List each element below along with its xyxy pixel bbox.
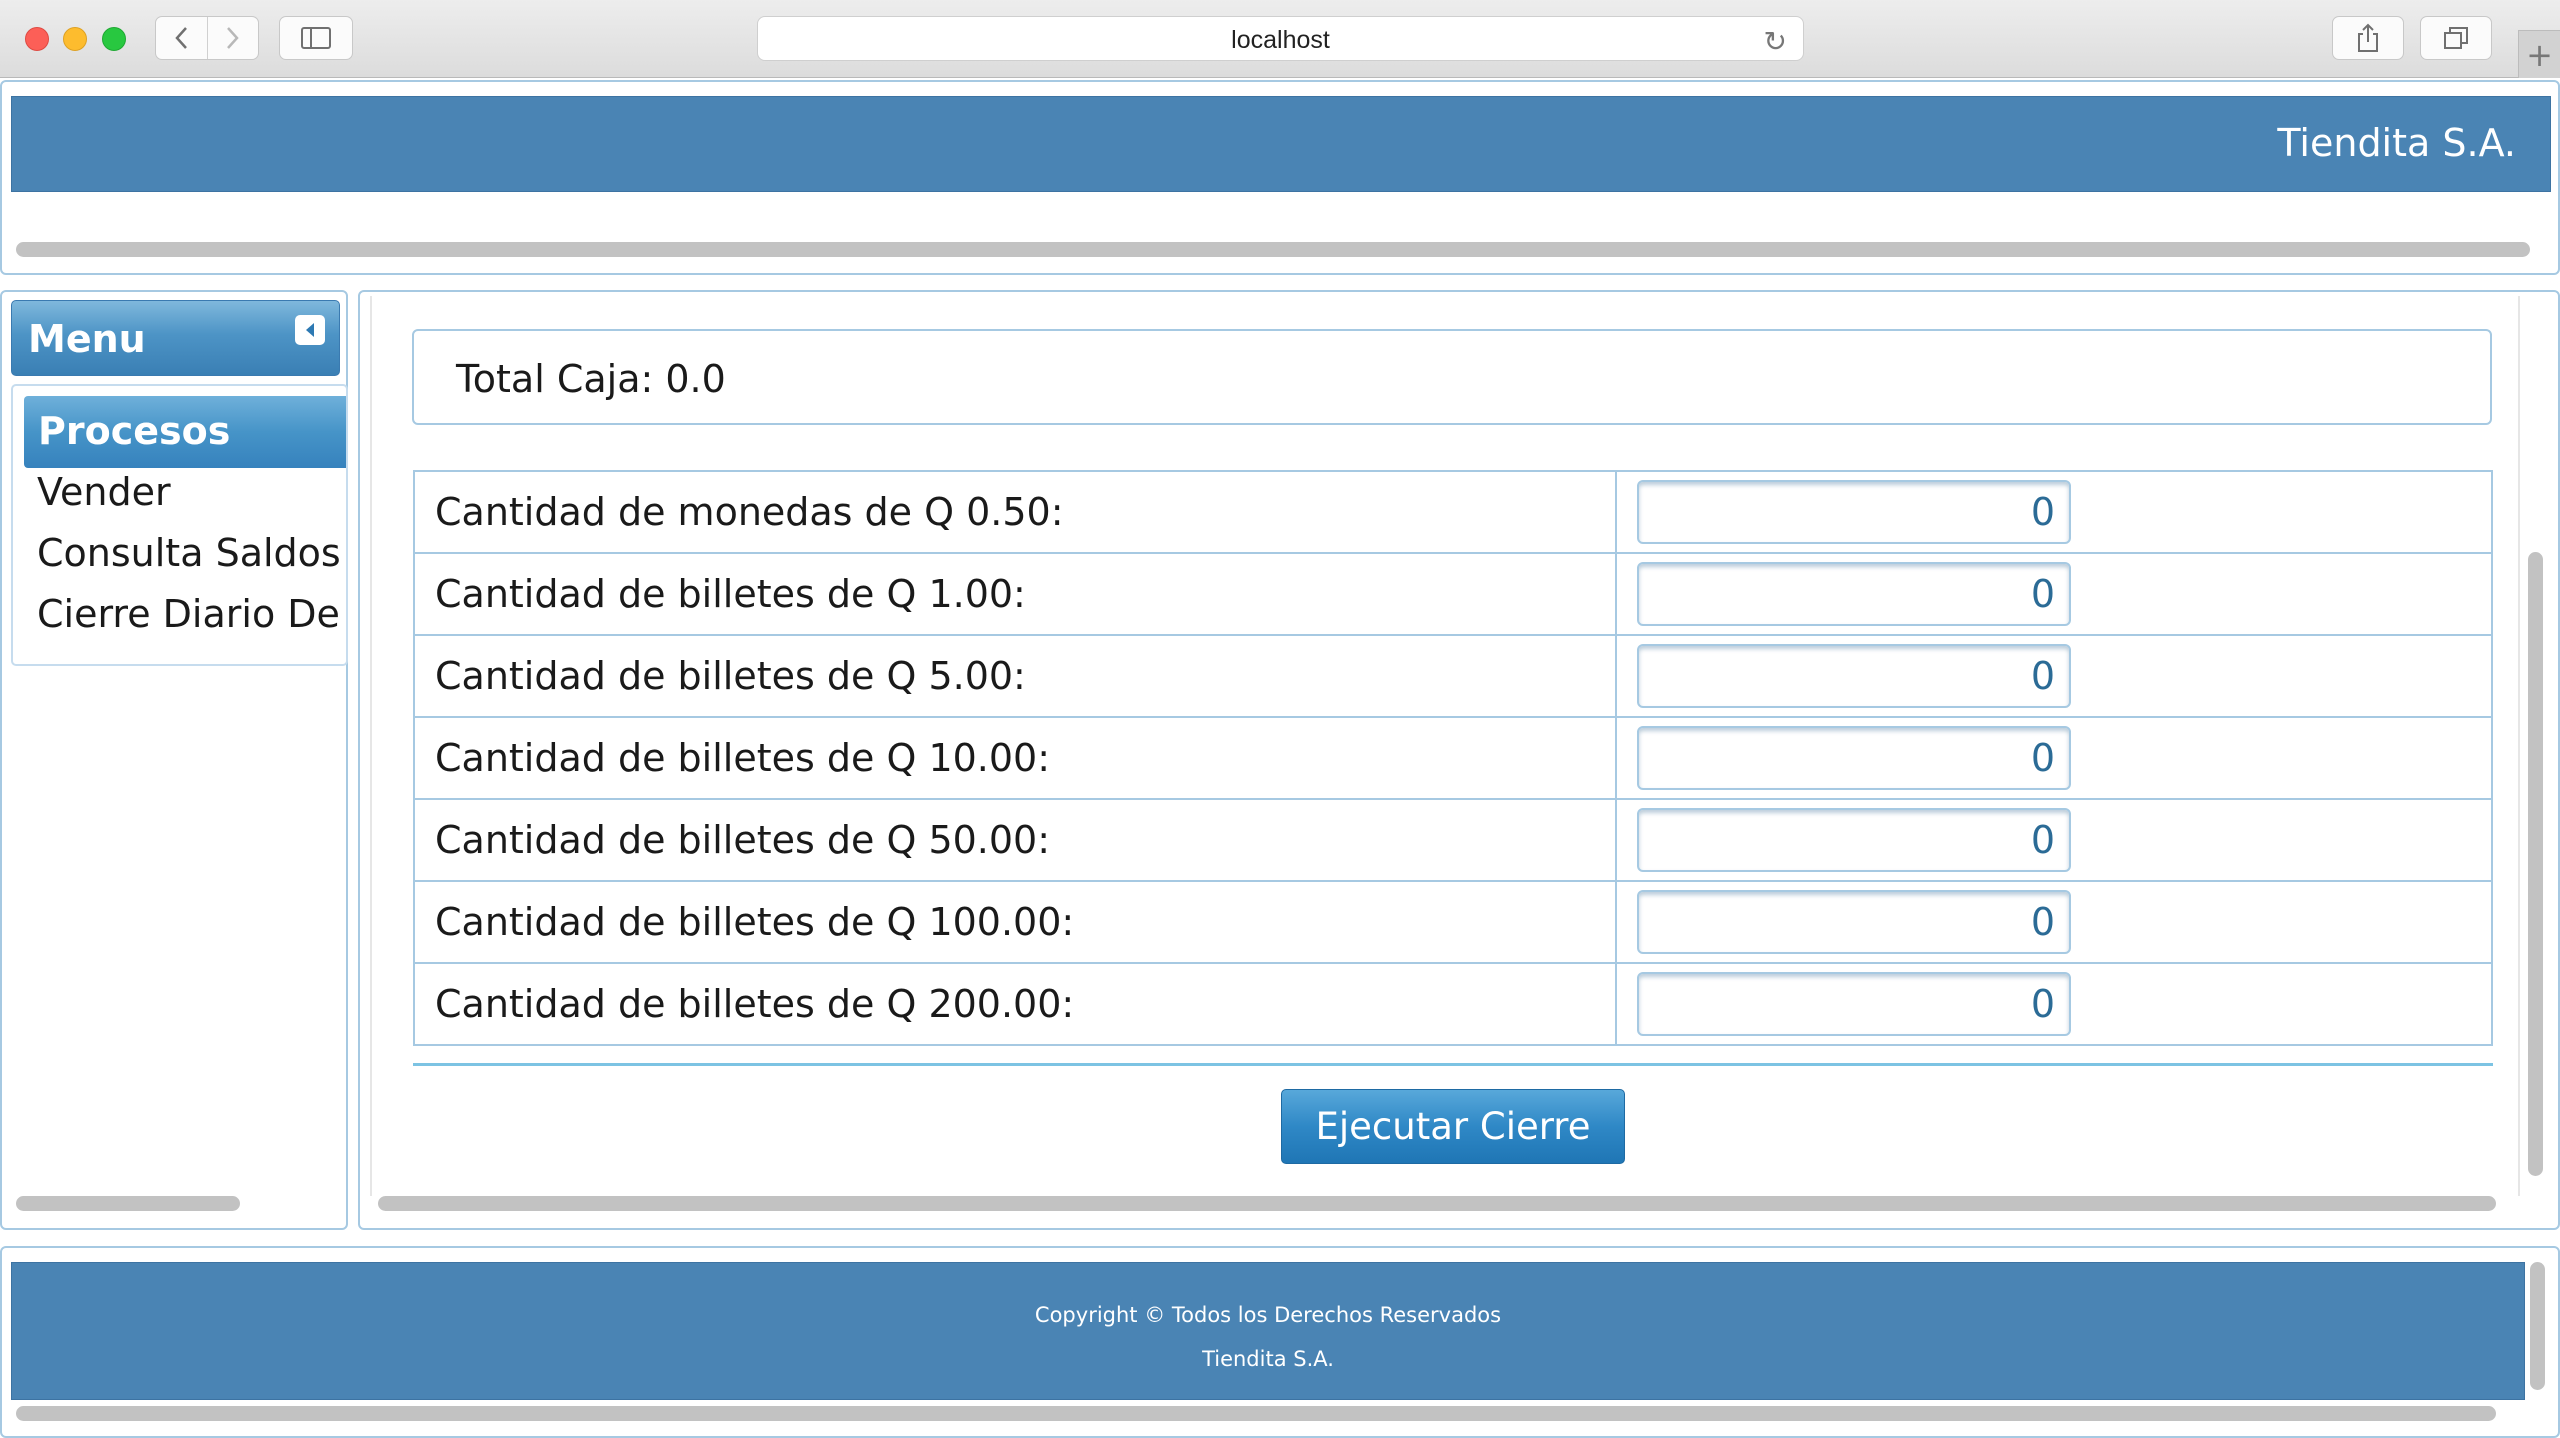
denomination-label: Cantidad de billetes de Q 5.00: <box>413 634 1617 718</box>
quantity-input-q5[interactable] <box>1637 644 2071 708</box>
collapse-menu-button[interactable] <box>295 315 325 345</box>
reload-icon[interactable]: ↻ <box>1764 25 1787 58</box>
menu-panel: Menu Procesos Vender Consulta Saldos Cie… <box>0 290 348 1230</box>
triangle-left-icon <box>306 323 314 337</box>
total-caja-label: Total Caja: 0.0 <box>456 357 726 401</box>
sidebar-icon <box>301 27 331 49</box>
url-text: localhost <box>1231 26 1330 54</box>
denomination-label: Cantidad de billetes de Q 1.00: <box>413 552 1617 636</box>
browser-toolbar: localhost ↻ + <box>0 0 2560 78</box>
minimize-window-button[interactable] <box>63 27 87 51</box>
quantity-input-q200[interactable] <box>1637 972 2071 1036</box>
cierre-form-table: Cantidad de monedas de Q 0.50: Cantidad … <box>413 470 2493 1046</box>
address-bar[interactable]: localhost ↻ <box>757 16 1804 61</box>
header-horizontal-scrollbar[interactable] <box>16 242 2530 257</box>
quantity-input-q1[interactable] <box>1637 562 2071 626</box>
header-panel: Tiendita S.A. <box>0 80 2560 275</box>
new-tab-button[interactable]: + <box>2518 30 2560 78</box>
menu-accordion: Procesos Vender Consulta Saldos Cierre D… <box>11 384 348 666</box>
ejecutar-cierre-button[interactable]: Ejecutar Cierre <box>1281 1089 1625 1164</box>
share-button[interactable] <box>2332 16 2404 60</box>
quantity-input-q50[interactable] <box>1637 808 2071 872</box>
plus-icon: + <box>2526 35 2553 74</box>
table-row: Cantidad de billetes de Q 5.00: <box>413 634 2493 718</box>
table-row: Cantidad de monedas de Q 0.50: <box>413 470 2493 554</box>
copyright-text: Copyright © Todos los Derechos Reservado… <box>1034 1303 1502 1327</box>
menu-item-vender[interactable]: Vender <box>37 470 171 514</box>
history-nav <box>155 16 259 60</box>
denomination-label: Cantidad de billetes de Q 200.00: <box>413 962 1617 1046</box>
footer-bar: Copyright © Todos los Derechos Reservado… <box>11 1262 2525 1400</box>
chevron-left-icon <box>175 27 188 49</box>
quantity-input-q10[interactable] <box>1637 726 2071 790</box>
sidebar-toggle-button[interactable] <box>279 16 353 60</box>
menu-header: Menu <box>11 300 340 376</box>
brand-title: Tiendita S.A. <box>2277 121 2516 165</box>
menu-group-title: Procesos <box>38 409 231 453</box>
table-row: Cantidad de billetes de Q 100.00: <box>413 880 2493 964</box>
denomination-label: Cantidad de billetes de Q 50.00: <box>413 798 1617 882</box>
menu-title: Menu <box>28 317 146 361</box>
menu-group-procesos[interactable]: Procesos <box>24 396 346 468</box>
main-vertical-scrollbar[interactable] <box>2528 552 2543 1176</box>
header-bar: Tiendita S.A. <box>11 96 2551 192</box>
table-row: Cantidad de billetes de Q 50.00: <box>413 798 2493 882</box>
denomination-label: Cantidad de billetes de Q 100.00: <box>413 880 1617 964</box>
denomination-label: Cantidad de monedas de Q 0.50: <box>413 470 1617 554</box>
table-row: Cantidad de billetes de Q 1.00: <box>413 552 2493 636</box>
quantity-input-q0-50[interactable] <box>1637 480 2071 544</box>
tabs-icon <box>2444 27 2468 49</box>
quantity-input-q100[interactable] <box>1637 890 2071 954</box>
form-divider <box>413 1063 2493 1066</box>
show-tabs-button[interactable] <box>2420 16 2492 60</box>
menu-item-cierre-diario[interactable]: Cierre Diario De Caja <box>37 592 346 636</box>
back-button[interactable] <box>156 17 207 59</box>
table-row: Cantidad de billetes de Q 10.00: <box>413 716 2493 800</box>
share-icon <box>2358 23 2378 52</box>
chevron-right-icon <box>227 27 239 49</box>
footer-vertical-scrollbar[interactable] <box>2530 1262 2545 1390</box>
close-window-button[interactable] <box>25 27 49 51</box>
menu-horizontal-scrollbar[interactable] <box>16 1196 240 1211</box>
zoom-window-button[interactable] <box>102 27 126 51</box>
main-horizontal-scrollbar[interactable] <box>378 1196 2496 1211</box>
menu-item-consulta-saldos[interactable]: Consulta Saldos <box>37 531 341 575</box>
footer-panel: Copyright © Todos los Derechos Reservado… <box>0 1246 2560 1438</box>
denomination-label: Cantidad de billetes de Q 10.00: <box>413 716 1617 800</box>
footer-horizontal-scrollbar[interactable] <box>16 1406 2496 1421</box>
footer-brand: Tiendita S.A. <box>1202 1347 1334 1371</box>
forward-button[interactable] <box>206 17 258 59</box>
table-row: Cantidad de billetes de Q 200.00: <box>413 962 2493 1046</box>
total-caja-box: Total Caja: 0.0 <box>412 329 2492 425</box>
